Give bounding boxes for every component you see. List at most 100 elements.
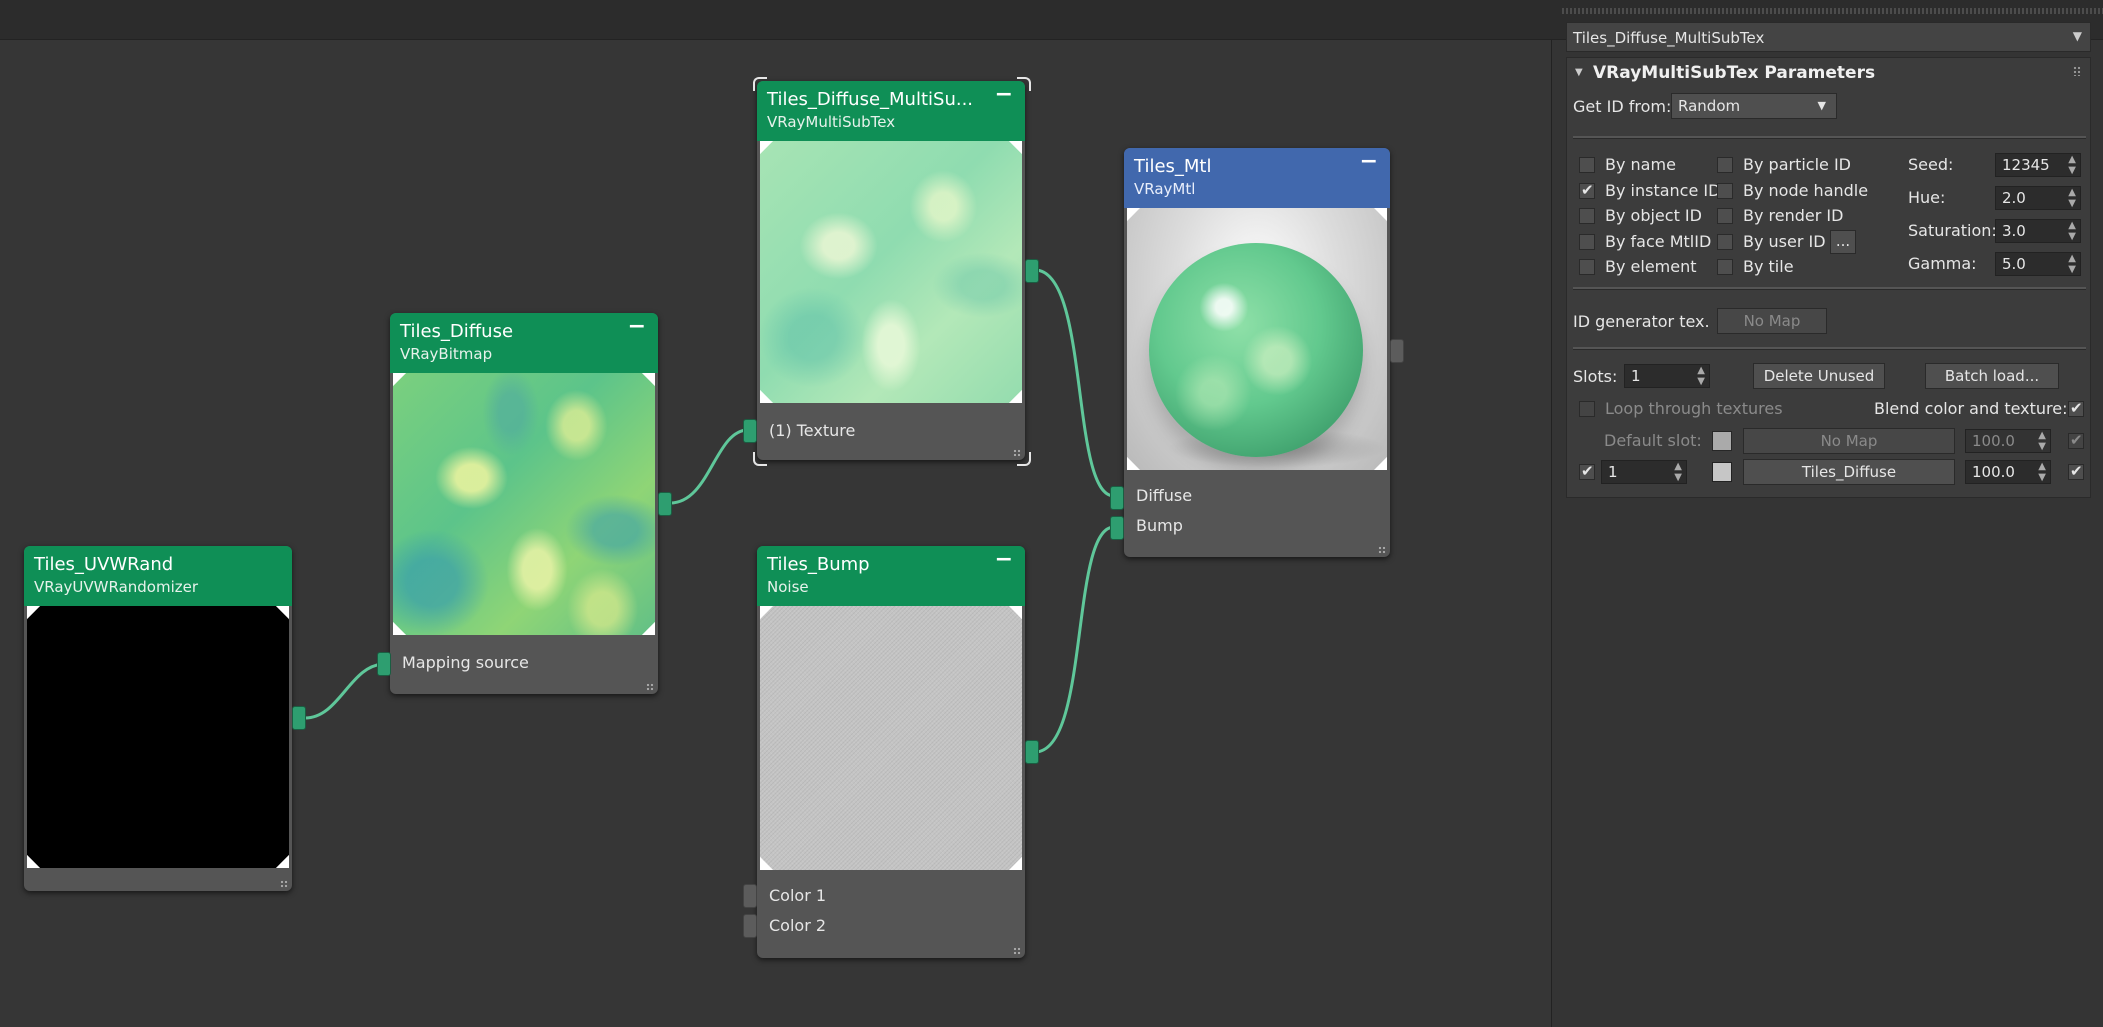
node-type: Noise: [767, 578, 809, 596]
node-header[interactable]: Tiles_Bump Noise −: [757, 546, 1025, 606]
separator: [1573, 287, 2086, 290]
node-multisubtex[interactable]: Tiles_Diffuse_MultiSu... VRayMultiSubTex…: [757, 81, 1025, 460]
gamma-value: 5.0: [2002, 255, 2026, 273]
port-color-1: Color 1: [769, 886, 827, 905]
node-name-dropdown[interactable]: Tiles_Diffuse_MultiSubTex ▼: [1566, 22, 2091, 52]
node-uvwrand[interactable]: Tiles_UVWRand VRayUVWRandomizer: [24, 546, 292, 891]
node-diffuse[interactable]: Tiles_Diffuse VRayBitmap − Mapping sourc…: [390, 313, 658, 694]
selection-corner: [1017, 452, 1031, 466]
default-slot-map-button[interactable]: No Map: [1743, 428, 1955, 454]
resize-grip[interactable]: [1378, 546, 1386, 554]
default-slot-enable-checkbox[interactable]: [2068, 431, 2084, 449]
rollout-title[interactable]: VRayMultiSubTex Parameters: [1593, 63, 1875, 83]
saturation-value: 3.0: [2002, 222, 2026, 240]
output-socket-uvwrand[interactable]: [292, 706, 306, 730]
node-header[interactable]: Tiles_Diffuse_MultiSu... VRayMultiSubTex…: [757, 81, 1025, 141]
spinner-arrows-icon[interactable]: ▲ ▼: [1674, 461, 1682, 483]
output-socket-bump[interactable]: [1025, 740, 1039, 764]
rollout-grip[interactable]: [2073, 66, 2081, 76]
id-source-checkbox[interactable]: [1717, 259, 1733, 275]
id-source-checkbox[interactable]: [1579, 233, 1595, 250]
node-type: VRayMultiSubTex: [767, 113, 896, 131]
blend-color-checkbox[interactable]: [2068, 399, 2084, 417]
get-id-label: Get ID from:: [1573, 97, 1672, 116]
output-socket-diffuse[interactable]: [658, 492, 672, 516]
rollout-collapse-icon[interactable]: ▼: [1575, 67, 1583, 78]
input-socket-color-1[interactable]: [743, 884, 757, 908]
seed-spinner[interactable]: 12345 ▲ ▼: [1995, 153, 2081, 177]
slot-1-color-swatch[interactable]: [1712, 462, 1732, 482]
minimize-icon[interactable]: −: [628, 316, 646, 338]
preview-image: [760, 606, 1022, 870]
node-header[interactable]: Tiles_UVWRand VRayUVWRandomizer: [24, 546, 292, 606]
id-source-checkbox[interactable]: [1717, 157, 1733, 173]
id-source-checkbox[interactable]: [1579, 157, 1595, 173]
input-socket-color-2[interactable]: [743, 914, 757, 938]
id-source-label: By tile: [1743, 257, 1794, 276]
spinner-arrows-icon[interactable]: ▲ ▼: [2068, 253, 2076, 275]
id-source-checkbox[interactable]: [1717, 182, 1733, 199]
node-header[interactable]: Tiles_Mtl VRayMtl −: [1124, 148, 1390, 208]
batch-load-button[interactable]: Batch load...: [1925, 363, 2059, 389]
delete-unused-button[interactable]: Delete Unused: [1753, 363, 1885, 389]
port-mapping-source: Mapping source: [402, 653, 529, 672]
slot-1-amount-spinner[interactable]: 100.0 ▲ ▼: [1965, 460, 2051, 484]
spinner-arrows-icon[interactable]: ▲ ▼: [2038, 430, 2046, 452]
minimize-icon[interactable]: −: [995, 549, 1013, 571]
toolbar-grip: [1562, 8, 2103, 14]
slot-1-amount: 100.0: [1972, 463, 2015, 481]
preview-image: [393, 373, 655, 635]
slot-1-enable-checkbox[interactable]: [2068, 462, 2084, 480]
output-socket-multisubtex[interactable]: [1025, 259, 1039, 283]
hue-spinner[interactable]: 2.0 ▲ ▼: [1995, 186, 2081, 210]
default-slot-color-swatch[interactable]: [1712, 431, 1732, 451]
slot-1-id: 1: [1608, 463, 1618, 481]
slot-1-id-spinner[interactable]: 1 ▲ ▼: [1601, 460, 1687, 484]
id-source-checkbox[interactable]: [1579, 208, 1595, 224]
get-id-dropdown[interactable]: Random ▼: [1671, 93, 1837, 119]
input-socket-diffuse[interactable]: [1110, 486, 1124, 510]
chevron-down-icon: ▼: [2072, 29, 2082, 43]
spinner-arrows-icon[interactable]: ▲ ▼: [2068, 187, 2076, 209]
input-socket-texture-1[interactable]: [743, 419, 757, 443]
slot-1-active-checkbox[interactable]: [1579, 462, 1595, 480]
preview-image: [760, 141, 1022, 403]
id-source-label: By face MtlID: [1605, 231, 1712, 251]
id-source-checkbox[interactable]: [1579, 181, 1595, 199]
saturation-spinner[interactable]: 3.0 ▲ ▼: [1995, 219, 2081, 243]
user-id-more-button[interactable]: ...: [1830, 230, 1856, 254]
id-generator-map-button[interactable]: No Map: [1717, 308, 1827, 334]
gamma-spinner[interactable]: 5.0 ▲ ▼: [1995, 252, 2081, 276]
id-source-checkbox[interactable]: [1579, 259, 1595, 275]
id-source-checkbox[interactable]: [1717, 233, 1733, 250]
input-socket-bump[interactable]: [1110, 516, 1124, 540]
node-mtl[interactable]: Tiles_Mtl VRayMtl − Diffuse Bump: [1124, 148, 1390, 557]
input-socket-mapping-source[interactable]: [377, 652, 391, 676]
spinner-arrows-icon[interactable]: ▲ ▼: [2038, 461, 2046, 483]
loop-textures-label: Loop through textures: [1605, 399, 1783, 418]
loop-textures-checkbox[interactable]: [1579, 401, 1595, 417]
id-source-label: By element: [1605, 257, 1697, 276]
spinner-arrows-icon[interactable]: ▲ ▼: [1697, 365, 1705, 387]
minimize-icon[interactable]: −: [995, 84, 1013, 106]
node-title: Tiles_Diffuse: [400, 321, 514, 342]
preview-image: [27, 606, 289, 868]
id-source-checkbox[interactable]: [1717, 208, 1733, 224]
spinner-arrows-icon[interactable]: ▲ ▼: [2068, 154, 2076, 176]
spinner-arrows-icon[interactable]: ▲ ▼: [2068, 220, 2076, 242]
id-source-label: By render ID: [1743, 206, 1844, 225]
node-preview: [760, 141, 1022, 403]
node-header[interactable]: Tiles_Diffuse VRayBitmap −: [390, 313, 658, 373]
default-slot-amount-spinner[interactable]: 100.0 ▲ ▼: [1965, 429, 2051, 453]
selection-corner: [753, 77, 767, 91]
resize-grip[interactable]: [646, 683, 654, 691]
minimize-icon[interactable]: −: [1360, 151, 1378, 173]
slot-1-map-button[interactable]: Tiles_Diffuse: [1743, 459, 1955, 485]
node-title: Tiles_Bump: [767, 554, 870, 575]
resize-grip[interactable]: [1013, 947, 1021, 955]
material-sphere: [1149, 243, 1363, 457]
slots-spinner[interactable]: 1 ▲ ▼: [1624, 364, 1710, 388]
output-socket-mtl[interactable]: [1390, 339, 1404, 363]
resize-grip[interactable]: [280, 880, 288, 888]
node-bump[interactable]: Tiles_Bump Noise − Color 1 Color 2: [757, 546, 1025, 958]
